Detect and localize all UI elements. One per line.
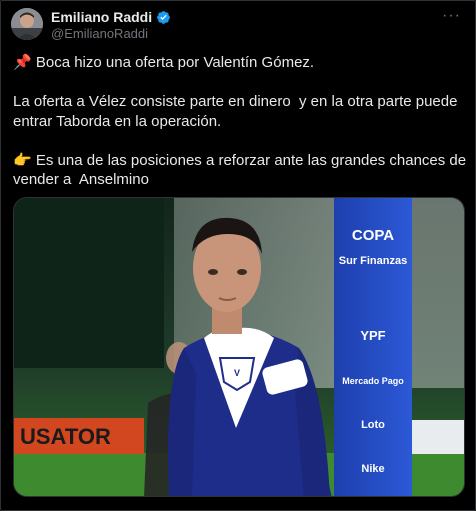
author-avatar[interactable] [11, 8, 43, 40]
author-handle[interactable]: @EmilianoRaddi [51, 26, 148, 41]
banner-brand-1: YPF [360, 328, 385, 343]
tweet-media[interactable]: USATOR COPA Sur Finanzas YPF Mercado Pag… [13, 197, 465, 497]
verified-badge-icon [157, 10, 171, 24]
ad-board-text: USATOR [20, 424, 111, 449]
banner-sponsor: Sur Finanzas [339, 255, 407, 267]
tweet-card[interactable]: Emiliano Raddi @EmilianoRaddi ··· 📌 Boca… [0, 0, 476, 511]
pushpin-icon: 📌 [13, 54, 32, 71]
tweet-line-1: 📌 Boca hizo una oferta por Valentín Góme… [13, 53, 468, 73]
tweet-line-3: 👉 Es una de las posiciones a reforzar an… [13, 151, 468, 190]
profile-photo-icon [11, 8, 43, 40]
tweet-paragraph-2: La oferta a Vélez consiste parte en dine… [13, 93, 462, 130]
more-options-button[interactable]: ··· [442, 7, 461, 25]
tweet-line-3-text: Es una de las posiciones a reforzar ante… [13, 151, 471, 189]
author-name-row[interactable]: Emiliano Raddi [51, 9, 171, 25]
author-name[interactable]: Emiliano Raddi [51, 9, 152, 25]
banner-brand-4: Nike [361, 463, 384, 475]
banner-brand-3: Loto [361, 419, 385, 431]
tweet-text: 📌 Boca hizo una oferta por Valentín Góme… [13, 53, 468, 190]
svg-text:V: V [234, 368, 240, 378]
football-player-photo: USATOR COPA Sur Finanzas YPF Mercado Pag… [14, 198, 464, 496]
tweet-line-1-text: Boca hizo una oferta por Valentín Gómez. [31, 54, 315, 71]
banner-brand-2: Mercado Pago [342, 376, 404, 386]
banner-copa: COPA [352, 227, 394, 244]
pointing-hand-icon: 👉 [13, 151, 32, 169]
